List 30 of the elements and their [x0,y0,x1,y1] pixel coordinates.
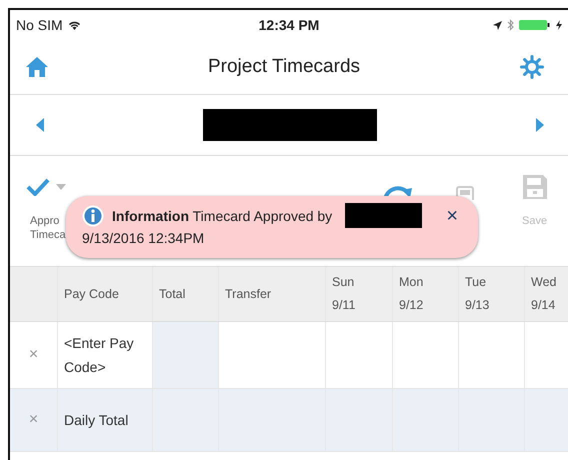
wifi-icon [68,20,81,30]
battery-icon [518,20,551,30]
charging-icon [556,20,562,30]
notification-timestamp: 9/13/2016 12:34PM [82,230,206,246]
location-icon [492,20,502,30]
column-header: 9/14 [531,297,556,314]
column-header: 9/12 [399,297,424,314]
home-icon[interactable] [26,57,48,77]
close-button[interactable]: × [444,206,460,226]
table-cell[interactable]: Daily Total [58,389,153,451]
notification-message: Information Timecard Approved by [112,208,332,224]
info-icon [82,204,104,226]
clock-time: 12:34 PM [258,17,320,33]
settings-icon[interactable] [520,55,544,79]
page-title: Project Timecards [208,56,360,78]
column-header: 9/13 [465,297,490,314]
checkmark-icon[interactable] [26,178,50,196]
caret-icon[interactable] [56,184,66,190]
previous-icon[interactable] [36,118,44,132]
next-icon[interactable] [536,118,544,132]
column-header: Total [159,286,186,302]
column-header: Mon [399,274,424,291]
column-header: Transfer [225,286,272,302]
carrier-label: No SIM [16,17,63,33]
column-header: Pay Code [64,286,120,303]
column-header: Sun [332,274,356,291]
column-header: Tue [465,274,488,291]
column-header: 9/11 [332,297,356,314]
column-header: Wed [531,274,558,291]
bluetooth-icon [506,19,514,31]
